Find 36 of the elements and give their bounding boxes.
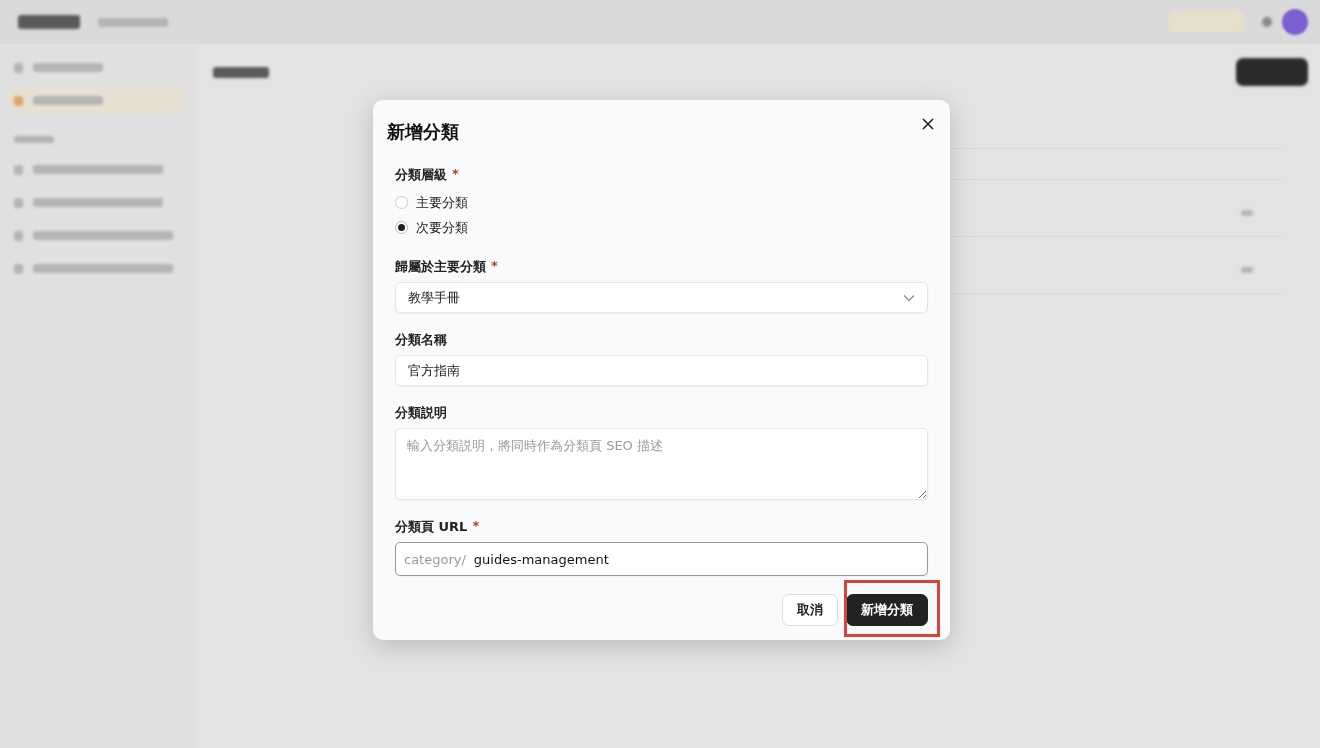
- required-mark: *: [452, 166, 459, 183]
- cancel-button[interactable]: 取消: [782, 594, 838, 626]
- field-label: 歸屬於主要分類: [395, 258, 486, 276]
- blurred-icon: [14, 95, 23, 106]
- description-textarea[interactable]: 輸入分類説明，將同時作為分類頁 SEO 描述: [395, 428, 928, 500]
- field-label: 分類名稱: [395, 331, 447, 349]
- dialog-title: 新增分類: [387, 120, 460, 144]
- radio-option[interactable]: 主要分類: [395, 190, 468, 215]
- close-icon[interactable]: [922, 118, 934, 130]
- blurred-text: [33, 63, 103, 72]
- blurred-button[interactable]: [1236, 58, 1308, 86]
- blurred-text: [98, 17, 168, 27]
- required-mark: *: [472, 518, 480, 535]
- blurred-icon: [14, 164, 23, 175]
- blurred-icon: [14, 62, 23, 73]
- blurred-text: [33, 96, 103, 105]
- name-input[interactable]: 官方指南: [395, 355, 928, 386]
- blurred-text: [213, 66, 269, 78]
- field-label: 分類層級: [395, 166, 447, 184]
- select-field[interactable]: 教學手冊: [395, 282, 928, 313]
- blurred-icon[interactable]: [1262, 17, 1272, 27]
- avatar[interactable]: [1282, 9, 1308, 35]
- field-label: 分類説明: [395, 404, 447, 422]
- blurred-logo: [18, 15, 80, 29]
- blurred-icon: [14, 230, 23, 241]
- blurred-icon: [14, 197, 23, 208]
- chevron-down-icon: [903, 293, 915, 302]
- required-mark: *: [491, 258, 498, 275]
- radio-option[interactable]: 次要分類: [395, 215, 468, 240]
- url-field[interactable]: category/ guides-management: [395, 542, 928, 576]
- blurred-icon: [14, 263, 23, 274]
- blurred-text: [1241, 267, 1253, 273]
- blurred-text: [14, 135, 54, 143]
- submit-button[interactable]: 新增分類: [846, 594, 928, 626]
- blurred-text: [1241, 210, 1253, 216]
- field-label: 分類頁 URL: [395, 518, 468, 536]
